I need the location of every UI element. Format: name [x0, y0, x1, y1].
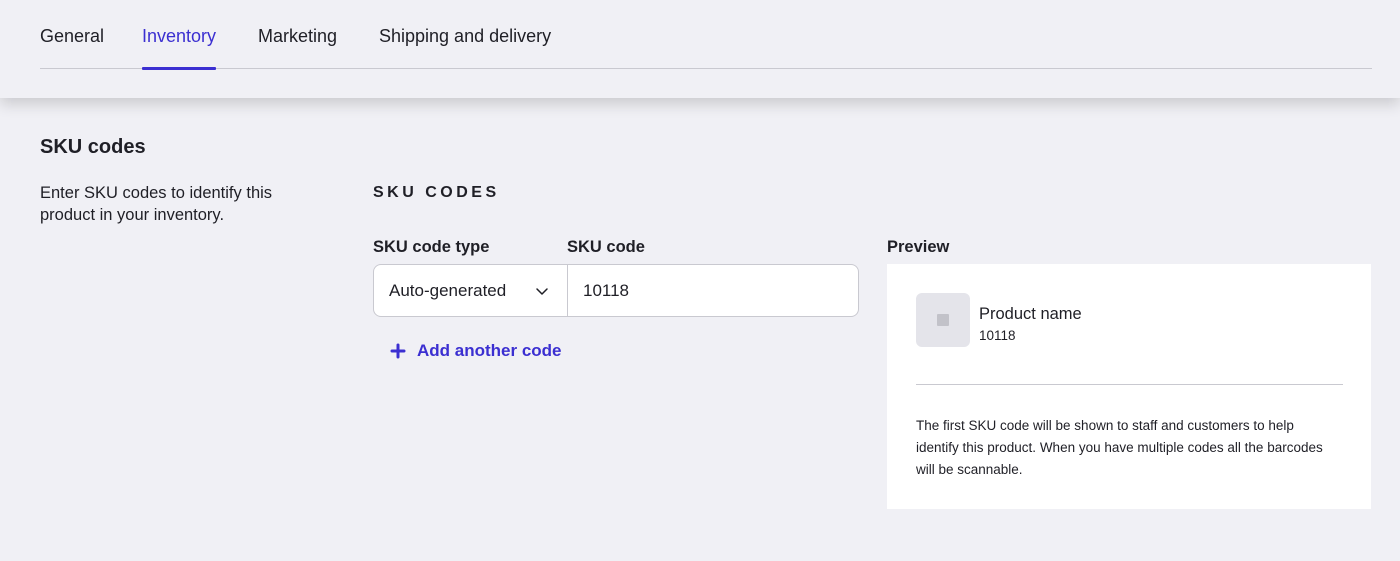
sku-code-type-value: Auto-generated [389, 280, 507, 300]
tab-bar: General Inventory Marketing Shipping and… [40, 0, 1372, 70]
tab-general[interactable]: General [40, 26, 104, 69]
sku-code-type-label: SKU code type [373, 238, 490, 256]
add-another-code-button[interactable]: Add another code [390, 341, 562, 361]
preview-note: The first SKU code will be shown to staf… [916, 418, 1323, 477]
preview-divider [916, 384, 1343, 385]
chevron-down-icon [536, 288, 548, 295]
preview-card: Product name 10118 The first SKU code wi… [887, 264, 1371, 509]
sku-code-type-select[interactable]: Auto-generated [374, 265, 568, 316]
tab-shipping-and-delivery[interactable]: Shipping and delivery [379, 26, 551, 69]
image-placeholder-icon [937, 314, 949, 326]
tab-inventory[interactable]: Inventory [142, 26, 217, 70]
sku-code-label: SKU code [567, 238, 645, 256]
section-description: Enter SKU codes to identify this product… [40, 184, 273, 224]
preview-product-name: Product name [979, 305, 1082, 323]
plus-icon [390, 343, 406, 359]
sku-field-group: Auto-generated 10118 [373, 264, 859, 317]
main-content: SKU codes Enter SKU codes to identify th… [0, 98, 1400, 561]
sku-codes-heading: SKU CODES [373, 184, 500, 201]
tab-marketing[interactable]: Marketing [258, 26, 337, 69]
add-another-code-label: Add another code [417, 341, 562, 360]
product-thumbnail [916, 293, 970, 347]
preview-label: Preview [887, 238, 950, 256]
preview-sku: 10118 [979, 328, 1016, 343]
sku-code-input[interactable]: 10118 [568, 265, 858, 316]
section-title: SKU codes [40, 136, 146, 158]
sku-code-value: 10118 [583, 280, 630, 300]
top-navigation: General Inventory Marketing Shipping and… [0, 0, 1400, 98]
